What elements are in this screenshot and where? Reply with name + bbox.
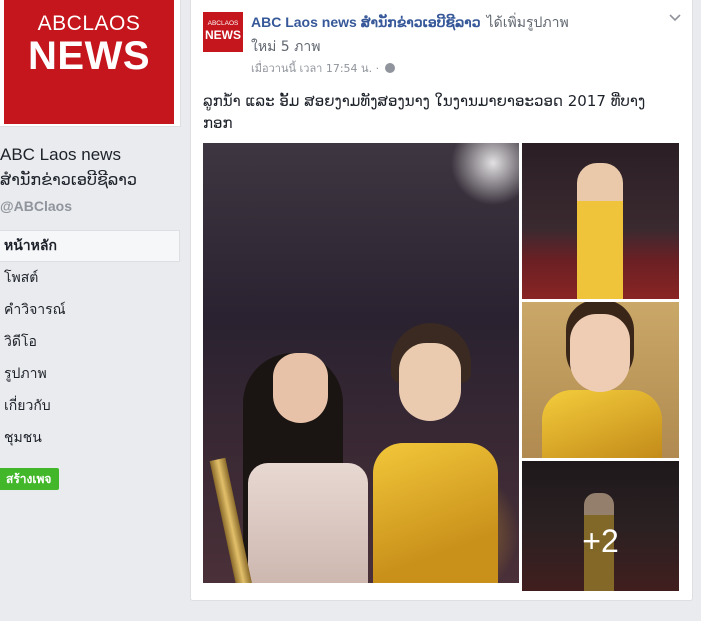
- photo-figure: [373, 443, 498, 583]
- nav-item-community[interactable]: ชุมชน: [0, 422, 180, 454]
- page-sidebar: ABCLAOS NEWS ABC Laos news ສຳນັກຂ່າວເອບີ…: [0, 0, 190, 578]
- photo-figure: [542, 390, 662, 458]
- nav-item-reviews[interactable]: คำวิจารณ์: [0, 294, 180, 326]
- post-action-text: ได้เพิ่มรูปภาพ: [486, 15, 569, 31]
- page-nav: หน้าหลัก โพสต์ คำวิจารณ์ วิดีโอ รูปภาพ เ…: [0, 230, 180, 454]
- page-name-lao[interactable]: ສຳນັກຂ່າວເອບີຊີລາວ: [0, 170, 137, 189]
- photo-figure: [577, 163, 623, 299]
- post-card: ABCLAOS NEWS ABC Laos news ສຳນັກຂ່າວເອບີ…: [190, 0, 693, 601]
- create-page-button[interactable]: สร้างเพจ: [0, 468, 60, 490]
- nav-item-videos[interactable]: วิดีโอ: [0, 326, 180, 358]
- nav-item-photos[interactable]: รูปภาพ: [0, 358, 180, 390]
- photo-figure: [399, 343, 461, 421]
- author-avatar[interactable]: ABCLAOS NEWS: [203, 12, 243, 52]
- photo-figure: [570, 314, 630, 392]
- nav-item-posts[interactable]: โพสต์: [0, 262, 180, 294]
- new-photos-link[interactable]: ใหม่ 5 ภาพ: [251, 36, 320, 58]
- post-author-link[interactable]: ABC Laos news ສຳນັກຂ່າວເອບີຊີລາວ: [251, 14, 481, 30]
- page-name[interactable]: ABC Laos news: [0, 145, 121, 165]
- page-profile-picture-frame[interactable]: ABCLAOS NEWS: [0, 0, 181, 127]
- post-message: ລູກນ້ຳ ແລະ ອັ້ມ ສອຍງາມທັງສອງນາງ ໃນງານມາຍ…: [203, 92, 646, 132]
- nav-item-about[interactable]: เกี่ยวกับ: [0, 390, 180, 422]
- post-photo-main[interactable]: [203, 143, 519, 583]
- post-header: ABC Laos news ສຳນັກຂ່າວເອບີຊີລາວ ได้เพิ่ม…: [251, 12, 661, 33]
- logo-line1: ABCLAOS: [37, 12, 141, 35]
- avatar-line1: ABCLAOS: [207, 20, 239, 27]
- avatar-line2: NEWS: [205, 28, 241, 42]
- post-photo-2[interactable]: [522, 143, 679, 299]
- photo-figure: [248, 463, 368, 583]
- logo-line2: NEWS: [28, 34, 150, 78]
- photo-figure: [273, 353, 328, 423]
- globe-icon[interactable]: [384, 63, 395, 73]
- more-photos-overlay[interactable]: +2: [522, 461, 679, 591]
- post-photo-3[interactable]: [522, 302, 679, 458]
- chevron-down-icon[interactable]: [668, 10, 682, 24]
- page-handle[interactable]: @ABClaos: [0, 198, 72, 214]
- nav-item-home[interactable]: หน้าหลัก: [0, 230, 180, 262]
- post-meta: เมื่อวานนี้ เวลา 17:54 น. ·: [251, 59, 395, 77]
- post-timestamp[interactable]: เมื่อวานนี้ เวลา 17:54 น. ·: [251, 62, 379, 75]
- page-logo[interactable]: ABCLAOS NEWS: [4, 0, 174, 124]
